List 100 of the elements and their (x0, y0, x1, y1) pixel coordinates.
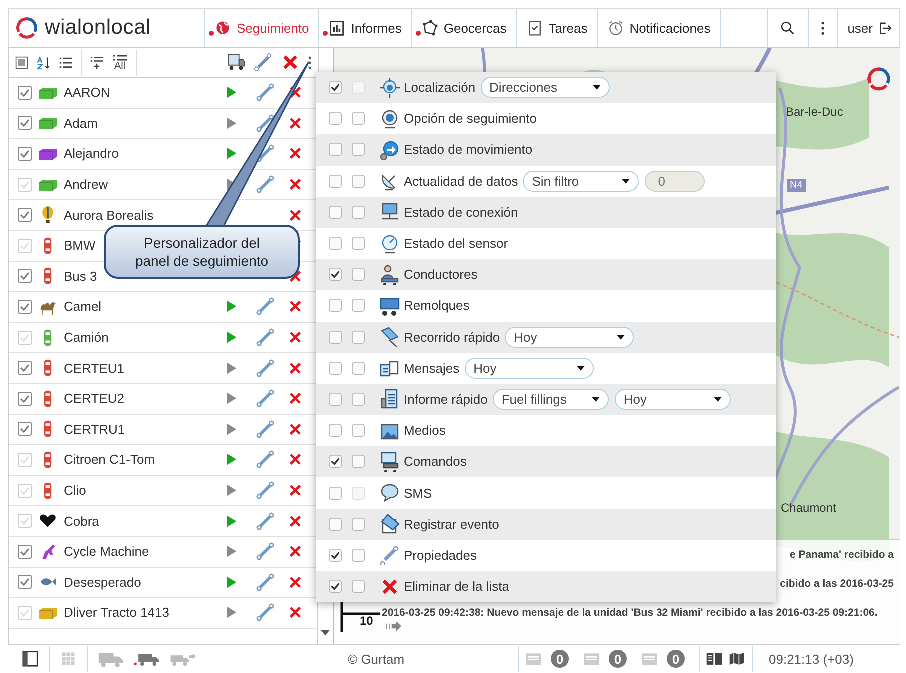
checkbox[interactable] (352, 330, 365, 344)
delete-icon[interactable] (289, 606, 302, 620)
checkbox[interactable] (18, 361, 32, 376)
delete-icon[interactable] (289, 514, 302, 528)
checkbox[interactable] (352, 237, 365, 250)
play-icon[interactable] (226, 392, 238, 406)
checkbox[interactable] (329, 580, 342, 594)
unit-name[interactable]: Cycle Machine (64, 544, 150, 560)
checkbox[interactable] (329, 518, 342, 531)
unit-name[interactable]: Cobra (64, 514, 100, 529)
checkbox[interactable] (18, 392, 32, 406)
checkbox[interactable] (352, 424, 365, 438)
panel-toggle-icon[interactable] (22, 651, 39, 667)
play-icon[interactable] (226, 116, 238, 130)
play-icon[interactable] (226, 422, 238, 436)
checkbox[interactable] (18, 575, 32, 590)
unit-name[interactable]: Clio (64, 483, 86, 498)
unit-name[interactable]: Camión (64, 330, 109, 346)
play-icon[interactable] (226, 300, 238, 314)
checkbox[interactable] (352, 548, 365, 562)
checkbox[interactable] (352, 268, 365, 282)
checkbox[interactable] (329, 81, 342, 94)
checkbox[interactable] (18, 514, 32, 528)
delete-icon[interactable] (289, 178, 302, 192)
delete-icon[interactable] (289, 331, 302, 344)
checkbox[interactable] (18, 484, 32, 498)
delete-icon[interactable] (289, 484, 302, 498)
checkbox[interactable] (329, 455, 342, 468)
checkbox[interactable] (18, 86, 32, 100)
sort-az-icon[interactable] (37, 56, 51, 70)
checkbox[interactable] (352, 112, 365, 126)
checkbox[interactable] (18, 422, 32, 436)
delete-icon[interactable] (289, 147, 302, 160)
play-icon[interactable] (226, 484, 238, 498)
checkbox[interactable] (352, 362, 365, 375)
truck-arrow-icon[interactable] (170, 650, 196, 668)
checkbox[interactable] (329, 392, 342, 406)
scroll-down-icon[interactable] (321, 630, 330, 636)
delete-icon[interactable] (289, 362, 302, 375)
wrench-icon[interactable] (256, 114, 276, 133)
unit-name[interactable]: CERTEU2 (64, 391, 124, 406)
unit-name[interactable]: BMW (64, 238, 96, 254)
delete-icon[interactable] (289, 300, 302, 314)
list-icon[interactable] (59, 56, 73, 70)
checkbox[interactable] (329, 237, 342, 250)
unit-name[interactable]: Alejandro (64, 146, 119, 162)
play-icon[interactable] (226, 86, 238, 100)
checkbox[interactable] (352, 143, 365, 156)
delete-icon[interactable] (289, 422, 302, 436)
checkbox[interactable] (329, 424, 342, 438)
checkbox[interactable] (18, 606, 32, 620)
grid-icon[interactable] (60, 651, 77, 667)
delete-icon[interactable] (289, 392, 302, 406)
checkbox[interactable] (18, 238, 32, 253)
unit-name[interactable]: Adam (64, 116, 98, 131)
nav-tab[interactable]: Seguimiento (205, 9, 320, 47)
dropdown[interactable]: Sin filtro (523, 170, 640, 192)
list-add-icon[interactable] (90, 56, 104, 70)
checkbox[interactable] (352, 299, 365, 312)
delete-icon[interactable] (289, 576, 302, 589)
unit-name[interactable]: Bus 3 (64, 268, 98, 284)
checkbox[interactable] (329, 486, 342, 500)
checkbox[interactable] (329, 206, 342, 219)
delete-icon[interactable] (289, 116, 302, 130)
checkbox[interactable] (329, 268, 342, 282)
layout-icon[interactable] (706, 651, 723, 667)
checkbox[interactable] (18, 116, 32, 130)
unit-name[interactable]: Camel (64, 299, 102, 314)
checkbox[interactable] (352, 174, 365, 188)
checkbox[interactable] (18, 452, 32, 467)
checkbox[interactable] (18, 269, 32, 284)
unit-name[interactable]: AARON (64, 85, 110, 100)
checkbox[interactable] (352, 392, 365, 406)
unit-name[interactable]: Dliver Tracto 1413 (64, 605, 170, 620)
delete-icon[interactable] (289, 453, 302, 466)
checkbox[interactable] (329, 330, 342, 344)
nav-tab[interactable]: Geocercas (412, 9, 517, 47)
play-icon[interactable] (226, 362, 238, 375)
checkbox[interactable] (18, 146, 32, 161)
unit-name[interactable]: Citroen C1-Tom (64, 452, 156, 468)
select-all-icon[interactable] (15, 56, 29, 70)
checkbox[interactable] (18, 544, 32, 559)
checkbox[interactable] (352, 206, 365, 219)
dropdown[interactable]: Hoy (614, 388, 731, 410)
play-icon[interactable] (226, 545, 238, 558)
play-icon[interactable] (226, 514, 238, 528)
checkbox[interactable] (352, 455, 365, 468)
checkbox[interactable] (329, 174, 342, 188)
checkbox[interactable] (18, 300, 32, 314)
play-icon[interactable] (226, 453, 238, 466)
map-icon[interactable] (729, 651, 746, 667)
checkbox[interactable] (329, 548, 342, 562)
play-icon[interactable] (226, 576, 238, 589)
checkbox[interactable] (18, 330, 32, 345)
dropdown[interactable]: Fuel fillings (492, 388, 609, 410)
play-icon[interactable] (226, 147, 238, 160)
checkbox[interactable] (329, 362, 342, 375)
checkbox[interactable] (352, 518, 365, 531)
checkbox[interactable] (329, 143, 342, 156)
checkbox[interactable] (329, 299, 342, 312)
